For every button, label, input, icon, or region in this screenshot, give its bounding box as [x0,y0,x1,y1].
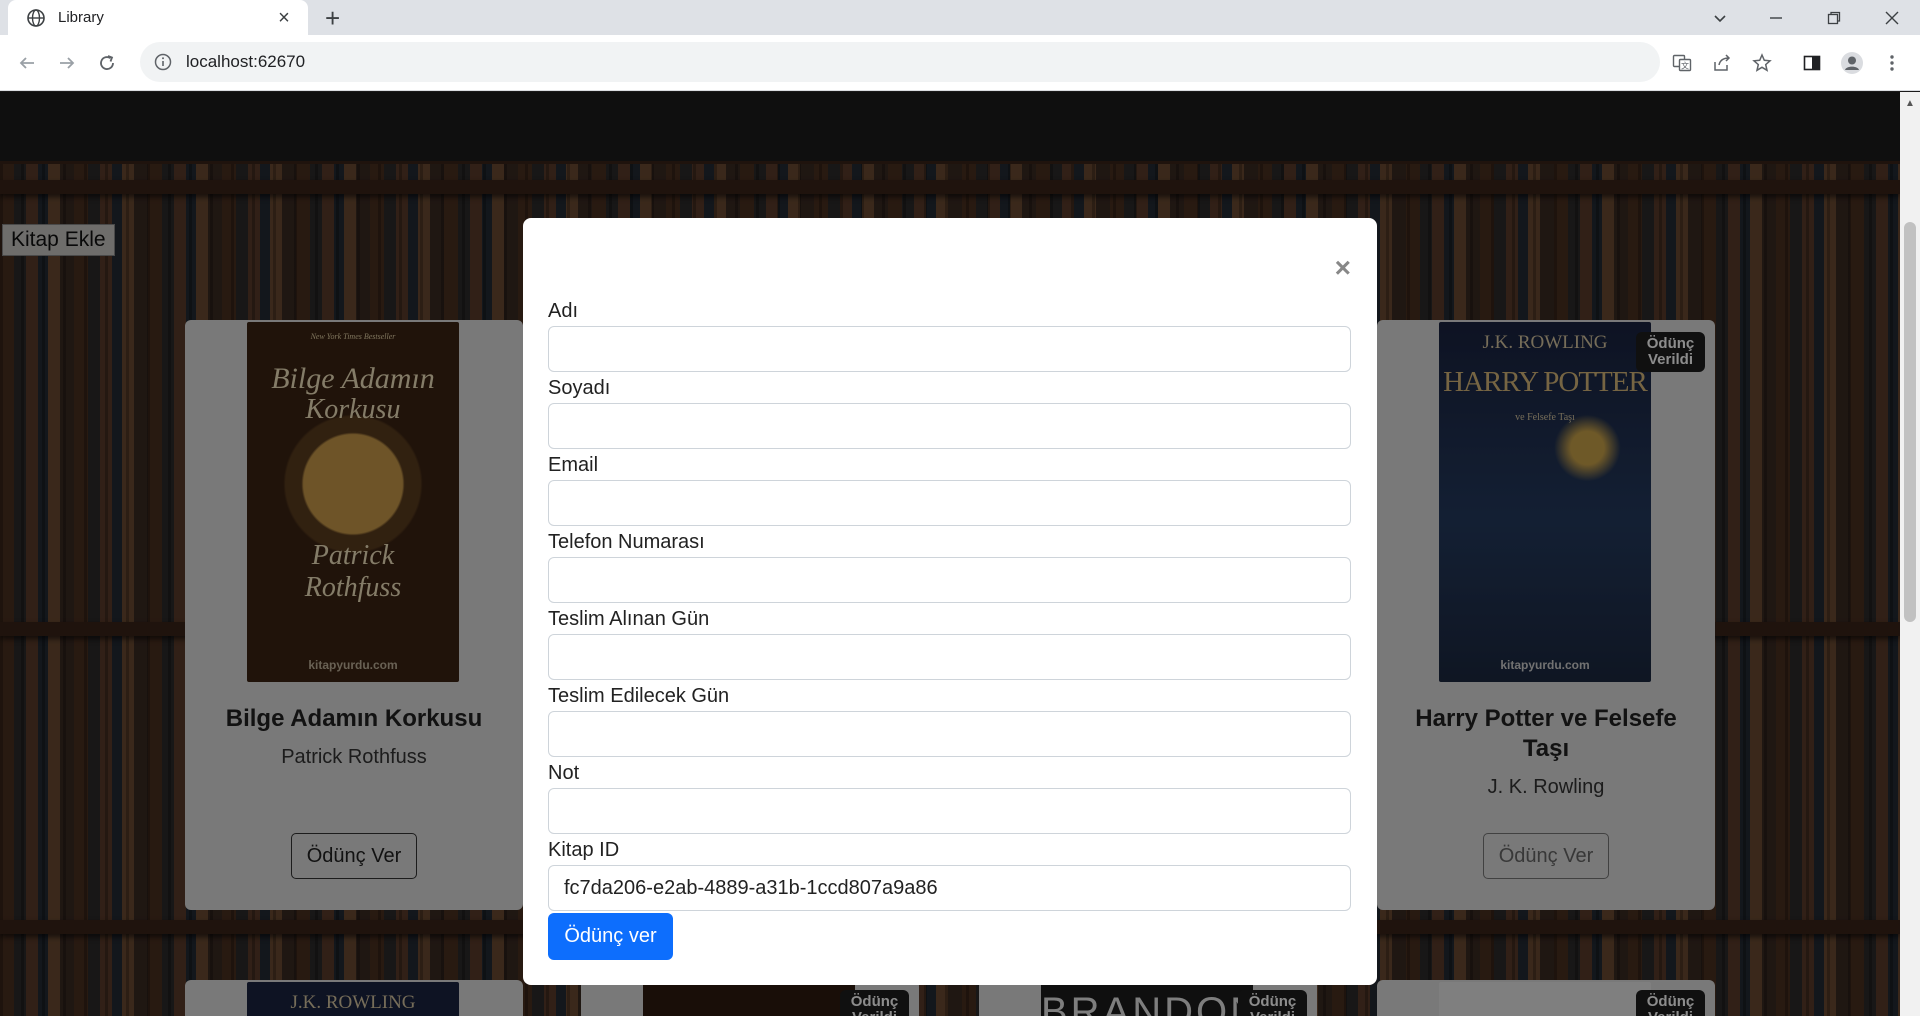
profile-avatar-icon[interactable] [1838,49,1866,77]
browser-menu-icon[interactable] [1878,49,1906,77]
first-name-label: Adı [548,300,579,322]
bookmark-star-icon[interactable] [1748,49,1776,77]
svg-text:文: 文 [1681,61,1689,71]
phone-label: Telefon Numarası [548,531,705,553]
share-icon[interactable] [1708,49,1736,77]
book-id-label: Kitap ID [548,839,620,861]
email-label: Email [548,454,599,476]
site-info-icon[interactable] [154,53,172,71]
close-icon[interactable]: × [1335,254,1351,282]
back-icon[interactable] [11,47,43,79]
browser-tab[interactable]: Library × [8,0,308,35]
globe-icon [27,8,45,27]
tab-search-icon[interactable] [1692,0,1748,35]
phone-input[interactable] [548,557,1351,603]
note-label: Not [548,762,580,784]
minimize-icon[interactable] [1748,0,1804,35]
page-scrollbar[interactable]: ▲ [1900,92,1920,1016]
scroll-thumb[interactable] [1904,222,1916,622]
browser-tab-strip: Library × + [0,0,1920,35]
return-date-label: Teslim Edilecek Gün [548,685,730,707]
pickup-date-label: Teslim Alınan Gün [548,608,710,630]
reload-icon[interactable] [91,47,123,79]
scroll-up-icon[interactable]: ▲ [1905,98,1915,109]
browser-toolbar: localhost:62670 文 [0,35,1920,91]
close-window-icon[interactable] [1864,0,1920,35]
forward-icon[interactable] [51,47,83,79]
translate-icon[interactable]: 文 [1668,49,1696,77]
close-tab-icon[interactable]: × [274,8,294,28]
borrow-modal: × Adı Soyadı Email Telefon Numarası Tesl… [523,218,1377,985]
last-name-label: Soyadı [548,377,611,399]
last-name-input[interactable] [548,403,1351,449]
return-date-input[interactable] [548,711,1351,757]
pickup-date-input[interactable] [548,634,1351,680]
address-bar[interactable]: localhost:62670 [140,42,1660,82]
note-input[interactable] [548,788,1351,834]
side-panel-icon[interactable] [1798,49,1826,77]
email-input[interactable] [548,480,1351,526]
borrow-submit-button[interactable]: Ödünç ver [548,913,673,960]
new-tab-icon[interactable]: + [325,3,340,33]
restore-icon[interactable] [1806,0,1862,35]
url-text: localhost:62670 [186,52,306,71]
tab-title: Library [58,9,104,26]
first-name-input[interactable] [548,326,1351,372]
book-id-input[interactable]: fc7da206-e2ab-4889-a31b-1ccd807a9a86 [548,865,1351,911]
